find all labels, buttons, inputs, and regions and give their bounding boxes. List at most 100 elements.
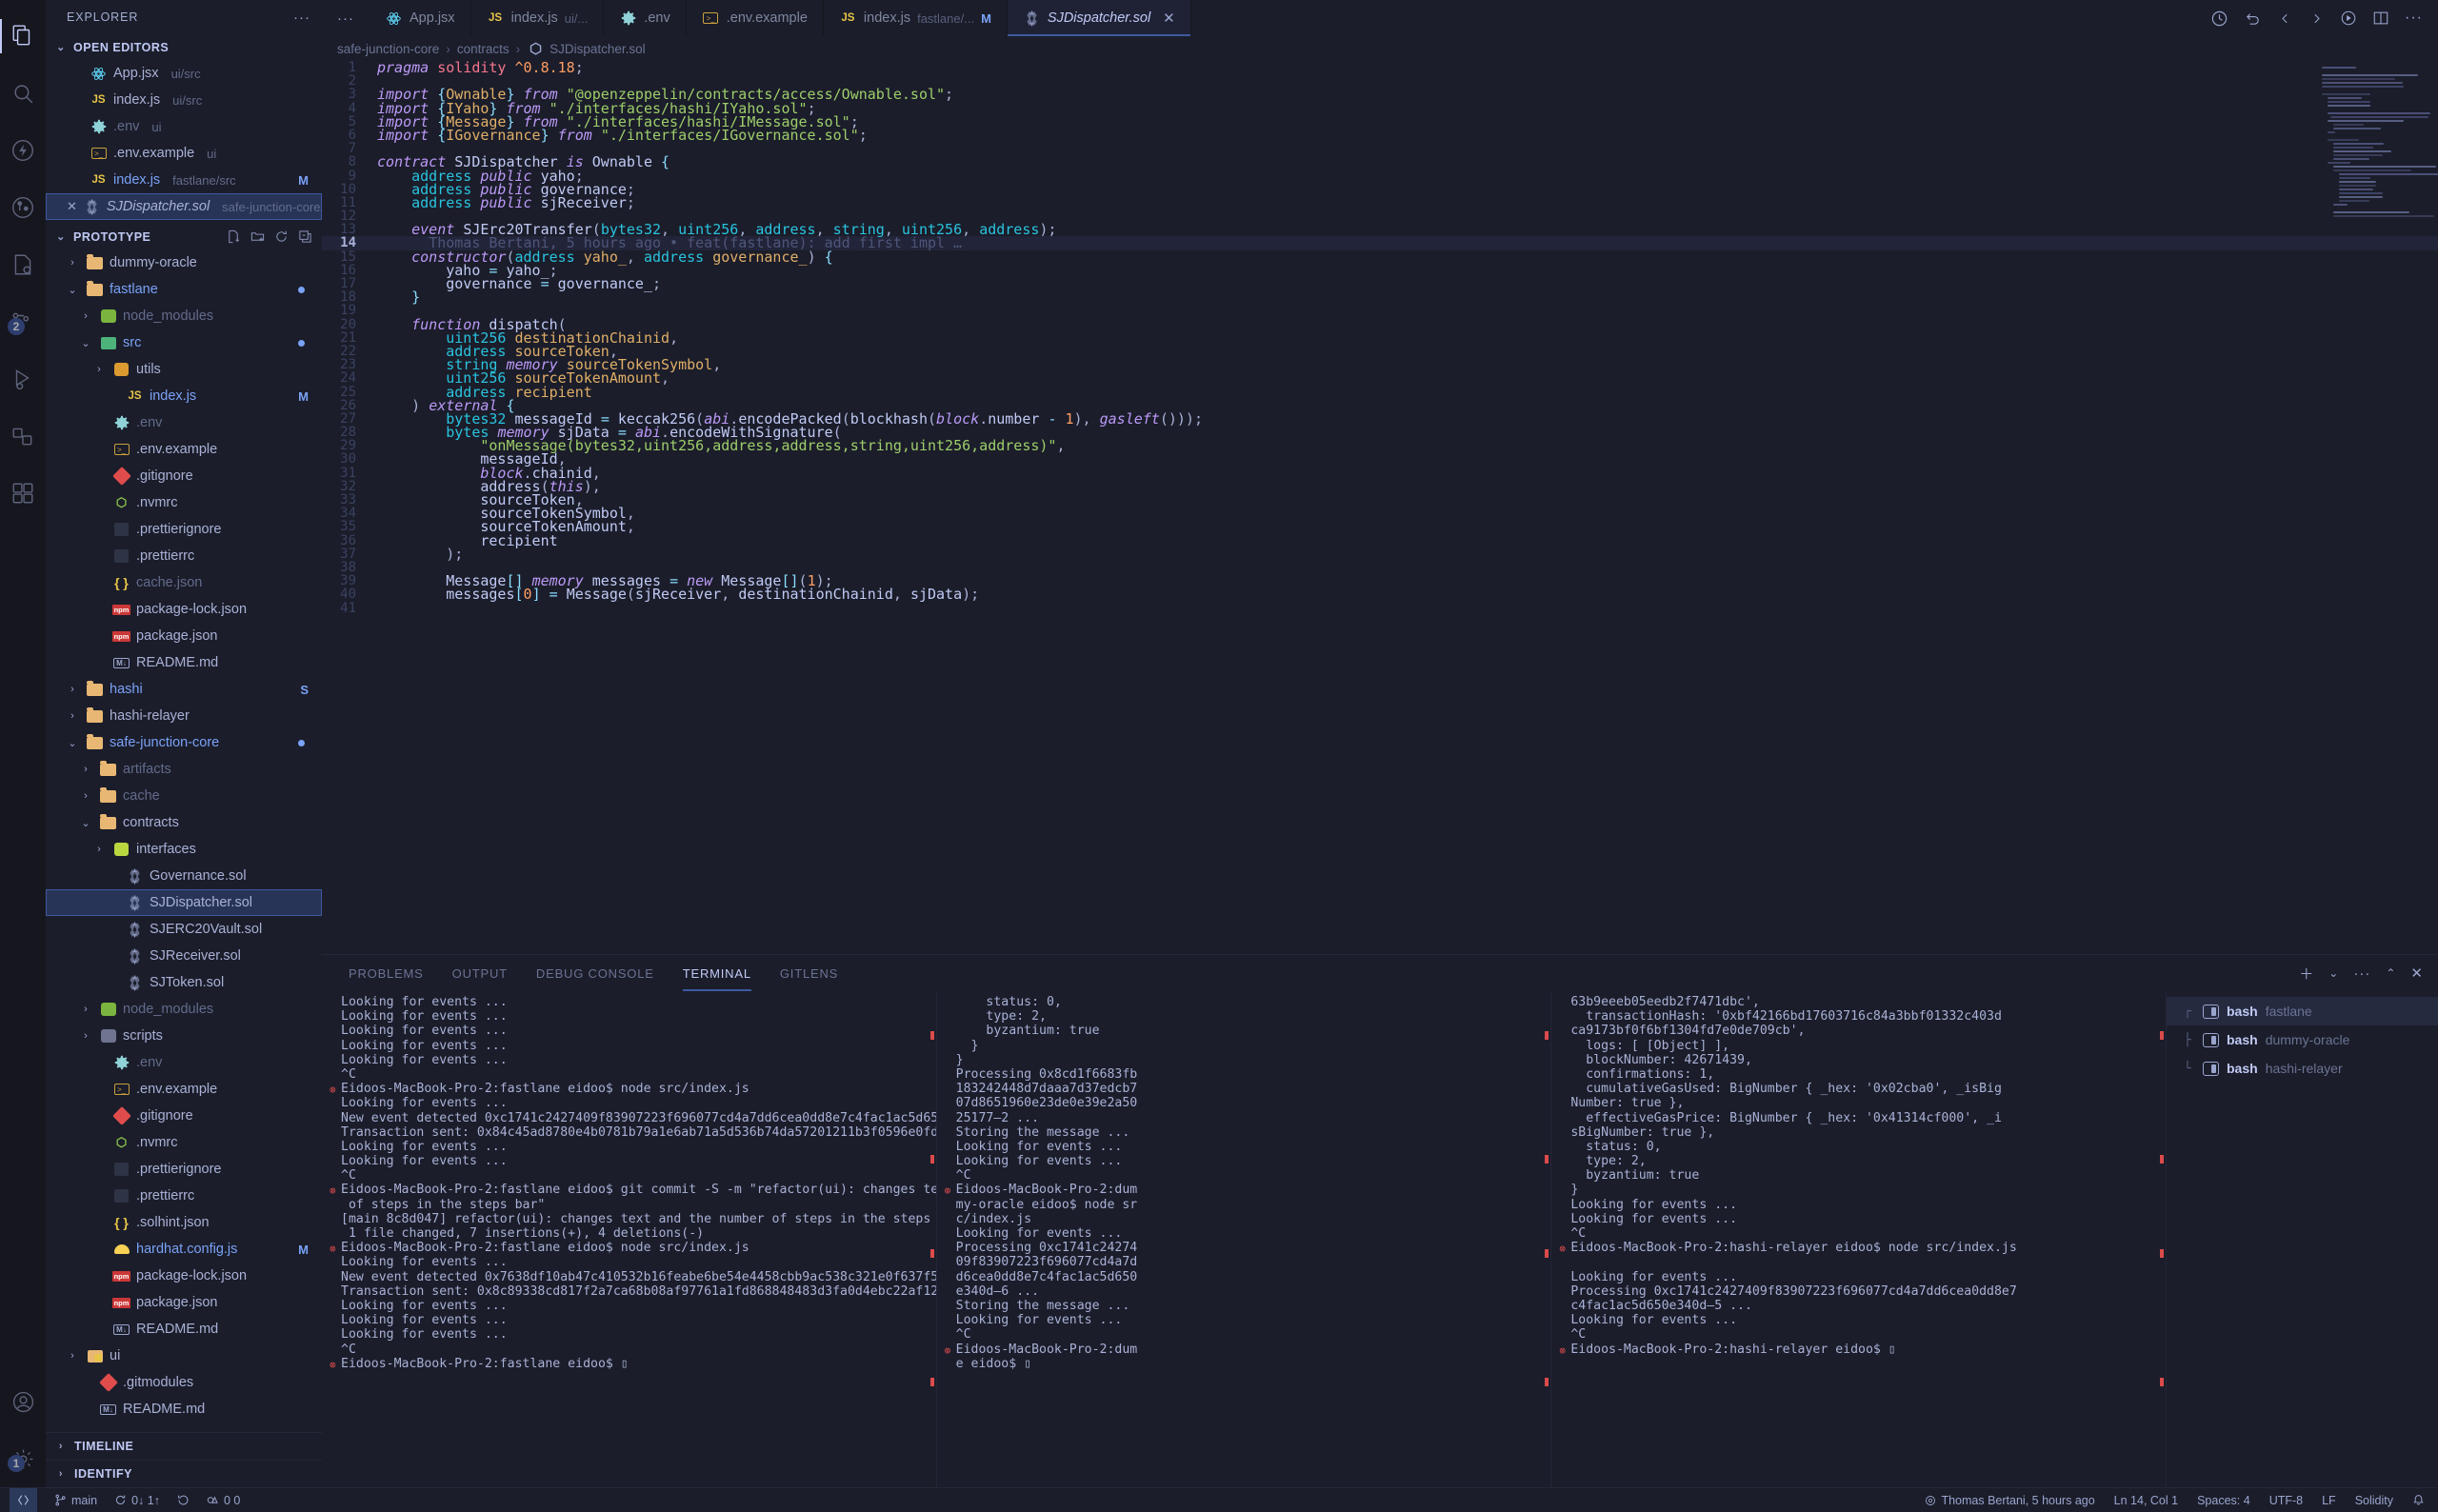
- maximize-icon[interactable]: ⌃: [2386, 966, 2395, 980]
- section-timeline[interactable]: › TIMELINE: [46, 1432, 322, 1460]
- terminal-list-item[interactable]: ├ bash dummy-oracle: [2167, 1025, 2438, 1054]
- code-line[interactable]: 29 "onMessage(bytes32,uint256,address,ad…: [322, 439, 2438, 453]
- status-branch[interactable]: main: [54, 1494, 97, 1507]
- editor-tab[interactable]: >_ .env.example: [686, 0, 824, 36]
- activity-item-accounts[interactable]: [0, 1373, 46, 1430]
- tree-item[interactable]: .prettierignore: [46, 1156, 322, 1183]
- code-content[interactable]: 1 pragma solidity ^0.8.18; 2 3 import {Owna…: [322, 61, 2438, 615]
- status-reload[interactable]: [177, 1494, 190, 1506]
- chevron-right-icon[interactable]: ›: [78, 1030, 93, 1042]
- open-editor-item[interactable]: ✕ SJDispatcher.sol safe-junction-core/cont…: [46, 193, 322, 220]
- open-editor-item[interactable]: JS index.js fastlane/src M: [46, 167, 322, 193]
- chevron-right-icon[interactable]: ›: [78, 310, 93, 322]
- tabs-overflow-icon[interactable]: ···: [322, 0, 370, 36]
- split-editor-icon[interactable]: [2372, 10, 2389, 27]
- activity-item-run[interactable]: [0, 122, 46, 179]
- split-right-icon[interactable]: [2308, 10, 2325, 27]
- tree-item[interactable]: >_ .env.example: [46, 436, 322, 463]
- code-line[interactable]: 21 uint256 destinationChainid,: [322, 330, 2438, 345]
- activity-item-cpp-tools[interactable]: [0, 236, 46, 293]
- open-editor-item[interactable]: >_ .env.example ui: [46, 140, 322, 167]
- new-file-icon[interactable]: [227, 229, 241, 244]
- tree-item[interactable]: ⌄ safe-junction-core: [46, 729, 322, 756]
- status-git-blame[interactable]: Thomas Bertani, 5 hours ago: [1925, 1494, 2095, 1507]
- code-line[interactable]: 19: [322, 304, 2438, 317]
- tree-item[interactable]: SJDispatcher.sol: [46, 889, 322, 916]
- panel-tab[interactable]: GITLENS: [780, 955, 838, 991]
- tab-close-icon[interactable]: ✕: [1163, 10, 1175, 27]
- chevron-down-icon[interactable]: ⌄: [78, 817, 93, 829]
- editor-tab[interactable]: .env: [604, 0, 687, 36]
- status-language-mode[interactable]: Solidity: [2355, 1494, 2393, 1507]
- code-line[interactable]: 36 recipient: [322, 533, 2438, 547]
- code-line[interactable]: 34 sourceTokenSymbol,: [322, 507, 2438, 521]
- collapse-all-icon[interactable]: [298, 229, 312, 244]
- terminal-pane-fastlane[interactable]: Looking for events ... Looking for events…: [322, 991, 937, 1487]
- open-editor-item[interactable]: JS index.js ui/src: [46, 87, 322, 113]
- refresh-icon[interactable]: [274, 229, 289, 244]
- code-line[interactable]: 15 constructor(address yaho_, address go…: [322, 249, 2438, 264]
- code-line[interactable]: 18 }: [322, 290, 2438, 305]
- terminal-list-item[interactable]: ┌ bash fastlane: [2167, 997, 2438, 1025]
- tree-item[interactable]: › node_modules: [46, 303, 322, 329]
- sidebar-more-icon[interactable]: ···: [293, 10, 310, 26]
- tree-item[interactable]: M↓ README.md: [46, 1396, 322, 1422]
- chevron-down-icon[interactable]: ⌄: [65, 737, 80, 749]
- activity-item-source-control[interactable]: [0, 179, 46, 236]
- tree-item[interactable]: >_ .env.example: [46, 1076, 322, 1103]
- breadcrumb-item-1[interactable]: contracts: [457, 42, 510, 56]
- status-problems[interactable]: 0 0: [207, 1494, 240, 1507]
- code-editor[interactable]: 1 pragma solidity ^0.8.18; 2 3 import {Owna…: [322, 61, 2438, 954]
- history-icon[interactable]: [2210, 10, 2228, 28]
- code-line[interactable]: 33 sourceToken,: [322, 492, 2438, 507]
- code-line[interactable]: 1 pragma solidity ^0.8.18;: [322, 61, 2438, 75]
- tree-item[interactable]: Governance.sol: [46, 863, 322, 889]
- code-line[interactable]: 9 address public yaho;: [322, 169, 2438, 183]
- bell-icon[interactable]: [2412, 1494, 2425, 1506]
- chevron-right-icon[interactable]: ›: [78, 764, 93, 775]
- code-line[interactable]: 17 governance = governance_;: [322, 276, 2438, 290]
- tree-item[interactable]: › ui: [46, 1343, 322, 1369]
- terminal-pane-hashi-relayer[interactable]: 63b9eeeb05eedb2f7471dbc', transactionHas…: [1551, 991, 2168, 1487]
- tree-item[interactable]: › hashi S: [46, 676, 322, 703]
- tree-item[interactable]: .gitignore: [46, 463, 322, 489]
- more-icon[interactable]: ···: [2405, 10, 2423, 27]
- status-encoding[interactable]: UTF-8: [2269, 1494, 2303, 1507]
- run-icon[interactable]: [2340, 10, 2357, 27]
- tree-item[interactable]: ⌄ contracts: [46, 809, 322, 836]
- editor-scrollbar[interactable]: [2425, 61, 2438, 954]
- terminal-pane-dummy-oracle[interactable]: status: 0, type: 2, byzantium: true }} Pr…: [937, 991, 1552, 1487]
- status-remote-indicator[interactable]: [10, 1487, 37, 1512]
- open-editor-item[interactable]: App.jsx ui/src: [46, 60, 322, 87]
- new-folder-icon[interactable]: [250, 229, 265, 244]
- activity-item-layers[interactable]: [0, 465, 46, 522]
- tree-item[interactable]: .prettierignore: [46, 516, 322, 543]
- code-line[interactable]: 8 contract SJDispatcher is Ownable {: [322, 155, 2438, 169]
- chevron-down-icon[interactable]: ⌄: [65, 284, 80, 296]
- activity-item-explorer[interactable]: [0, 8, 46, 65]
- tree-item[interactable]: .prettierrc: [46, 543, 322, 569]
- tree-item[interactable]: ⌄ fastlane: [46, 276, 322, 303]
- code-line[interactable]: 40 messages[0] = Message(sjReceiver, des…: [322, 587, 2438, 602]
- tree-item[interactable]: › dummy-oracle: [46, 249, 322, 276]
- chevron-right-icon[interactable]: ›: [65, 710, 80, 722]
- tree-item[interactable]: › utils: [46, 356, 322, 383]
- tree-item[interactable]: › hashi-relayer: [46, 703, 322, 729]
- section-prototype[interactable]: ⌄ PROTOTYPE: [46, 224, 322, 249]
- status-sync[interactable]: 0↓ 1↑: [114, 1494, 160, 1507]
- activity-item-debug[interactable]: [0, 350, 46, 408]
- breadcrumb-item-2[interactable]: ⬡ SJDispatcher.sol: [527, 40, 646, 58]
- panel-tab[interactable]: DEBUG CONSOLE: [536, 955, 654, 991]
- tree-item[interactable]: { } .solhint.json: [46, 1209, 322, 1236]
- tree-item[interactable]: › artifacts: [46, 756, 322, 783]
- terminal-list-item[interactable]: └ bash hashi-relayer: [2167, 1054, 2438, 1083]
- code-line[interactable]: 41: [322, 601, 2438, 614]
- chevron-down-icon[interactable]: ⌄: [2328, 966, 2338, 980]
- panel-tab[interactable]: PROBLEMS: [349, 955, 424, 991]
- tree-item[interactable]: SJReceiver.sol: [46, 943, 322, 969]
- tree-item[interactable]: .gitignore: [46, 1103, 322, 1129]
- tree-item[interactable]: › interfaces: [46, 836, 322, 863]
- code-line[interactable]: 25 address recipient: [322, 385, 2438, 399]
- tree-item[interactable]: npm package.json: [46, 623, 322, 649]
- close-icon[interactable]: ✕: [67, 199, 77, 214]
